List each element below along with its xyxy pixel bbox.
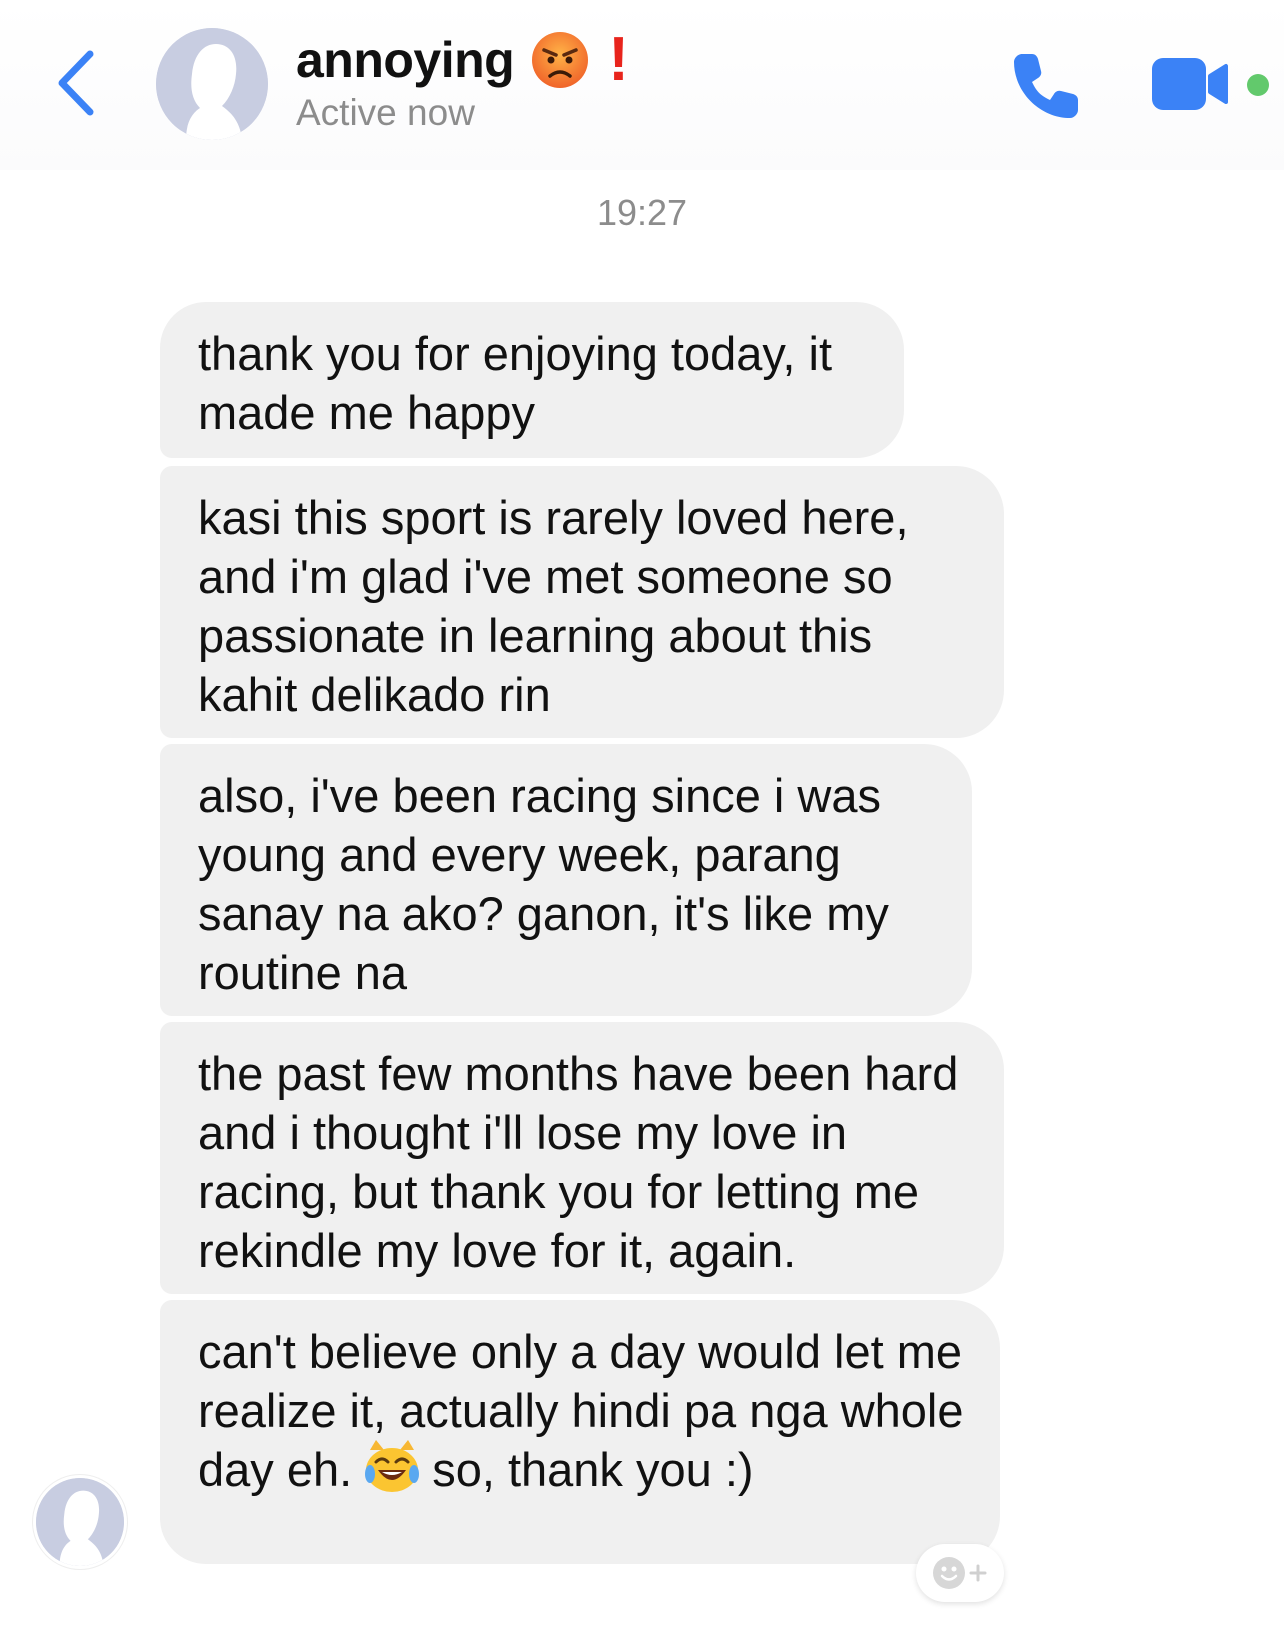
plus-icon (969, 1564, 987, 1582)
message-text-after-emoji: so, thank you :) (432, 1443, 754, 1496)
default-avatar-icon (36, 1478, 124, 1566)
add-reaction-button[interactable] (916, 1544, 1004, 1602)
message-text: the past few months have been hard and i… (198, 1047, 959, 1277)
contact-title[interactable]: annoying ! (296, 25, 629, 94)
exclamation-mark: ! (608, 25, 629, 94)
message-text: kasi this sport is rarely loved here, an… (198, 491, 909, 721)
phone-icon (1014, 54, 1078, 118)
sender-avatar[interactable] (36, 1478, 124, 1566)
contact-name: annoying (296, 32, 515, 88)
cat-tears-of-joy-emoji (365, 1440, 420, 1492)
chevron-left-icon (58, 50, 94, 116)
message-bubble[interactable]: also, i've been racing since i was young… (160, 744, 972, 1016)
video-camera-icon (1152, 58, 1228, 110)
chat-header: annoying ! Active now (0, 0, 1284, 170)
online-indicator (1247, 74, 1269, 96)
message-bubble[interactable]: kasi this sport is rarely loved here, an… (160, 466, 1004, 738)
message-text: thank you for enjoying today, it made me… (198, 327, 833, 439)
message-text: also, i've been racing since i was young… (198, 769, 889, 999)
default-avatar-icon (156, 28, 268, 140)
back-button[interactable] (50, 48, 100, 118)
message-bubble[interactable]: thank you for enjoying today, it made me… (160, 302, 904, 458)
contact-avatar[interactable] (156, 28, 268, 140)
active-status: Active now (296, 92, 475, 133)
video-call-button[interactable] (1152, 56, 1228, 112)
message-timestamp: 19:27 (596, 192, 688, 233)
smiley-icon (933, 1557, 965, 1589)
message-bubble[interactable]: can't believe only a day would let me re… (160, 1300, 1000, 1564)
angry-face-emoji (532, 32, 589, 88)
message-bubble[interactable]: the past few months have been hard and i… (160, 1022, 1004, 1294)
audio-call-button[interactable] (1008, 48, 1084, 124)
